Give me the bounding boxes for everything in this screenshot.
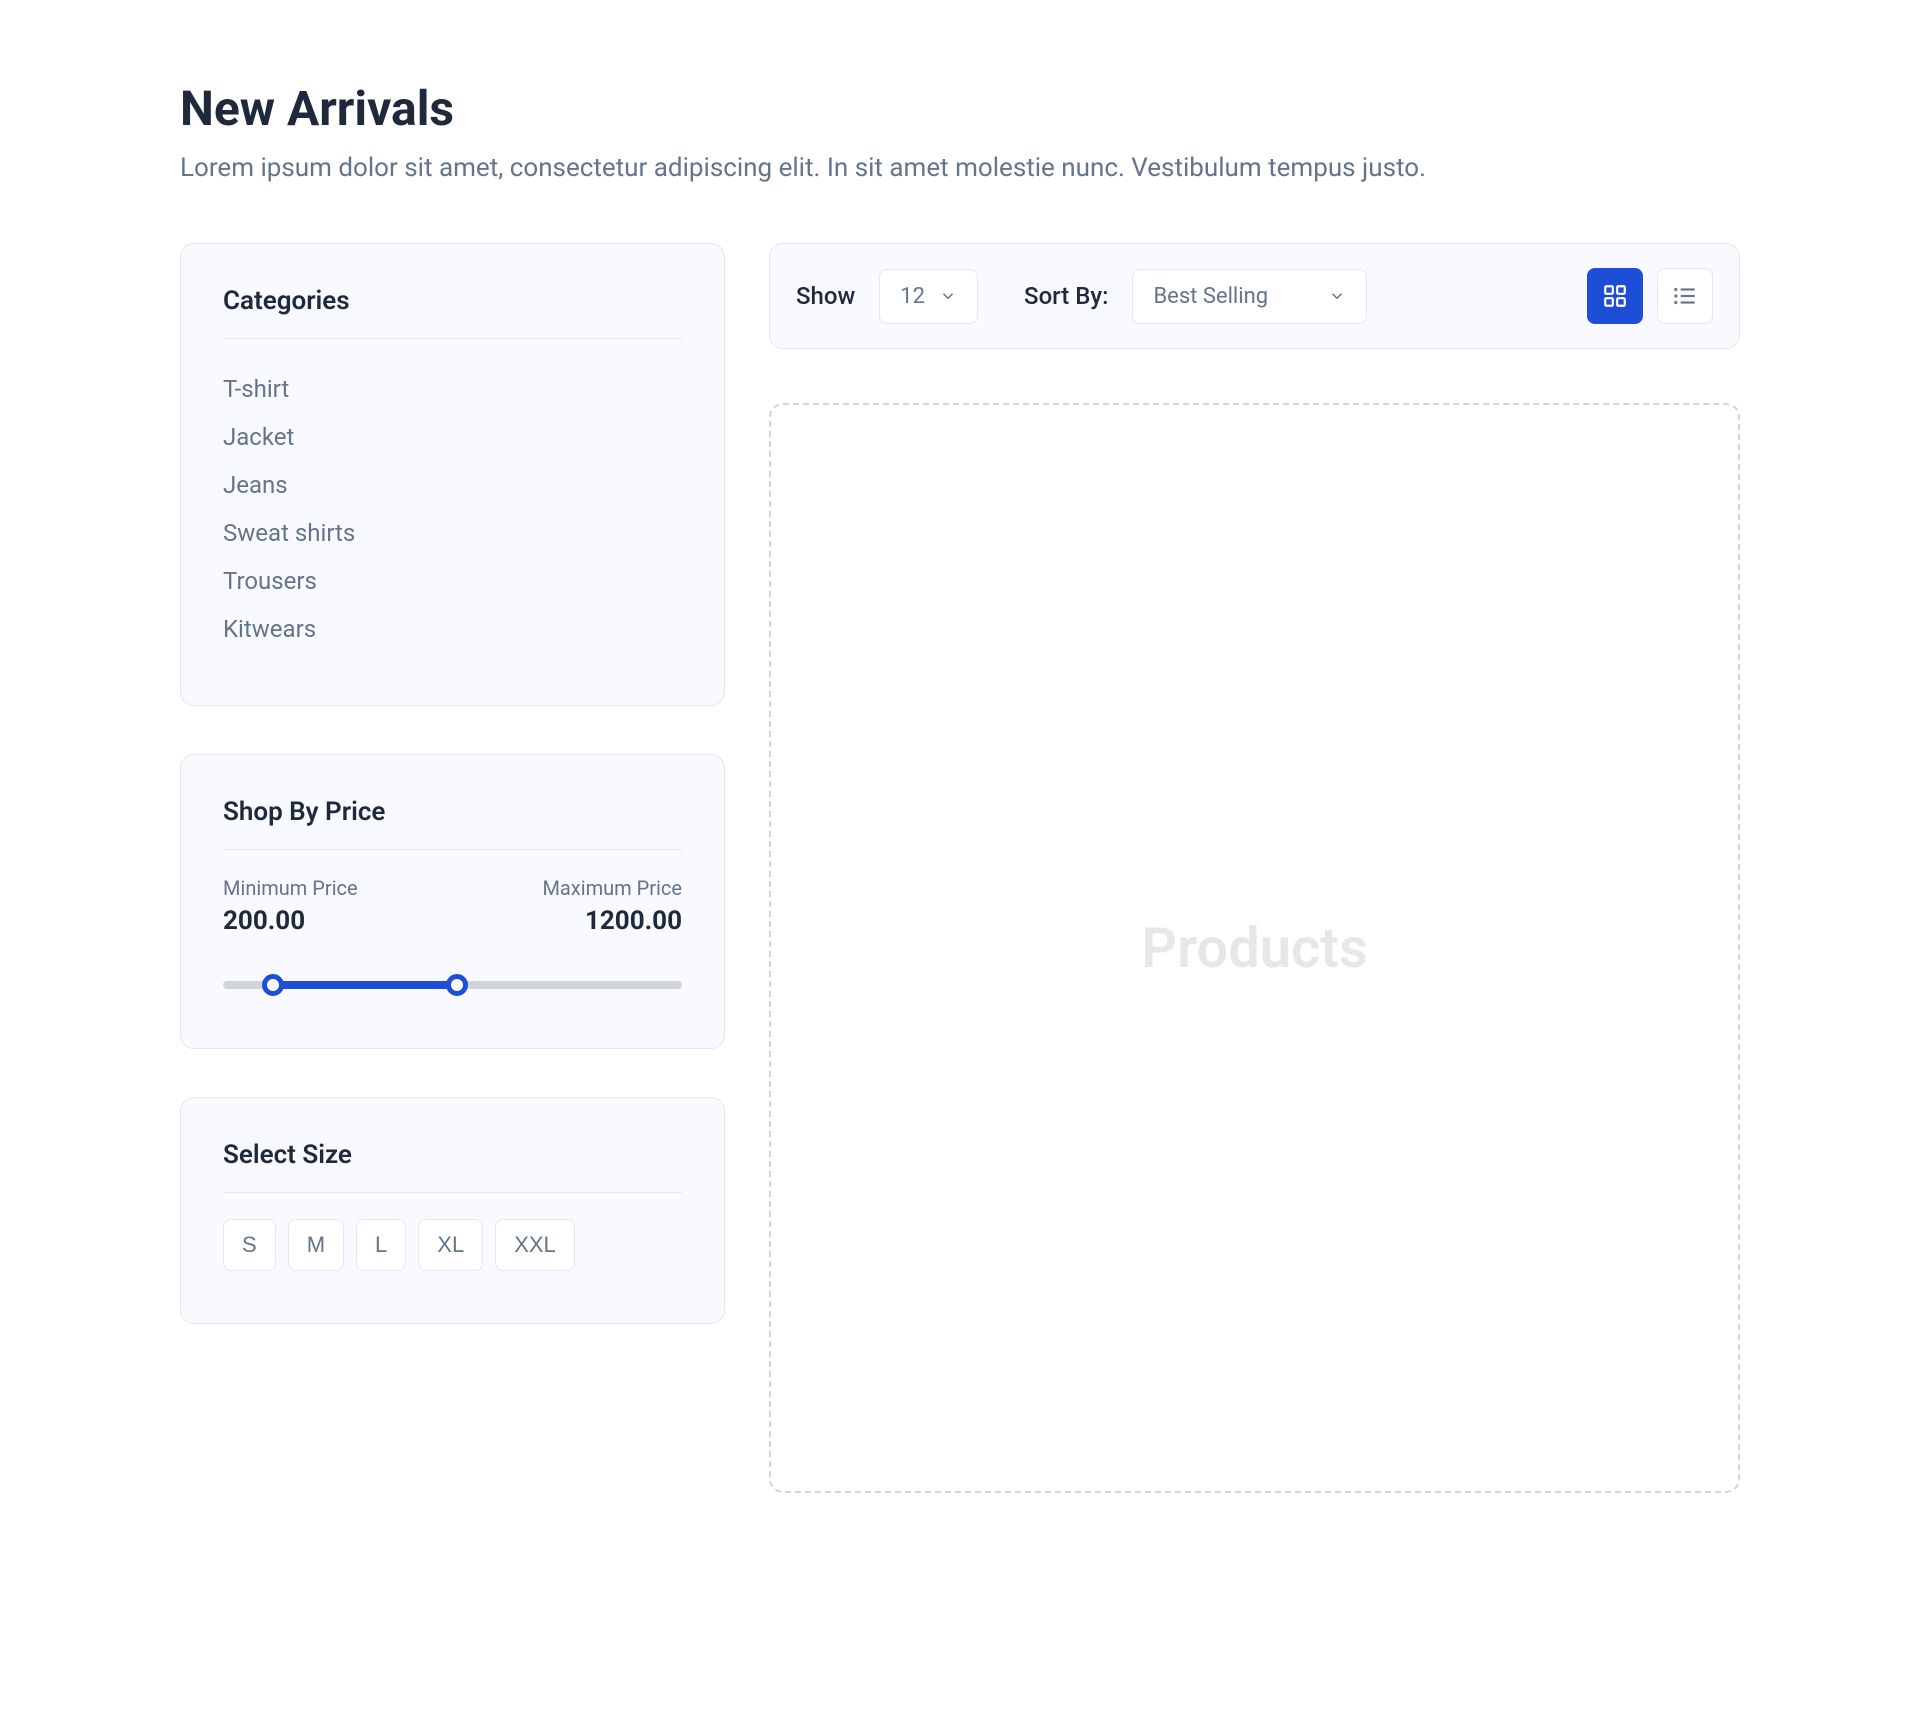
price-panel: Shop By Price Minimum Price 200.00 Maxim…: [180, 754, 725, 1049]
sort-label: Sort By:: [1024, 282, 1108, 310]
toolbar: Show 12 Sort By: Best Selling: [769, 243, 1740, 349]
category-item-sweatshirts[interactable]: Sweat shirts: [223, 509, 682, 557]
size-option-s[interactable]: S: [223, 1219, 276, 1271]
page-subtitle: Lorem ipsum dolor sit amet, consectetur …: [180, 153, 1740, 183]
size-option-m[interactable]: M: [288, 1219, 344, 1271]
page-title: New Arrivals: [180, 80, 1740, 137]
size-option-xl[interactable]: XL: [418, 1219, 483, 1271]
category-item-trousers[interactable]: Trousers: [223, 557, 682, 605]
size-title: Select Size: [223, 1140, 682, 1193]
price-title: Shop By Price: [223, 797, 682, 850]
slider-handle-max[interactable]: [446, 974, 468, 996]
size-panel: Select Size S M L XL XXL: [180, 1097, 725, 1324]
show-value: 12: [900, 284, 925, 309]
sort-value: Best Selling: [1153, 284, 1268, 309]
price-slider[interactable]: [223, 974, 682, 996]
slider-handle-min[interactable]: [262, 974, 284, 996]
category-item-jeans[interactable]: Jeans: [223, 461, 682, 509]
max-price-label: Maximum Price: [542, 876, 682, 900]
show-label: Show: [796, 282, 855, 310]
categories-panel: Categories T-shirt Jacket Jeans Sweat sh…: [180, 243, 725, 706]
products-area: Products: [769, 403, 1740, 1493]
max-price-value: 1200.00: [585, 906, 682, 936]
chevron-down-icon: [939, 287, 957, 305]
sidebar: Categories T-shirt Jacket Jeans Sweat sh…: [180, 243, 725, 1493]
main-content: Show 12 Sort By: Best Selling: [769, 243, 1740, 1493]
grid-icon: [1602, 283, 1628, 309]
category-list: T-shirt Jacket Jeans Sweat shirts Trouse…: [223, 365, 682, 653]
chevron-down-icon: [1328, 287, 1346, 305]
size-option-l[interactable]: L: [356, 1219, 406, 1271]
list-icon: [1672, 283, 1698, 309]
sort-select[interactable]: Best Selling: [1132, 269, 1367, 324]
category-item-kitwears[interactable]: Kitwears: [223, 605, 682, 653]
categories-title: Categories: [223, 286, 682, 339]
min-price-value: 200.00: [223, 906, 358, 936]
category-item-jacket[interactable]: Jacket: [223, 413, 682, 461]
list-view-button[interactable]: [1657, 268, 1713, 324]
category-item-tshirt[interactable]: T-shirt: [223, 365, 682, 413]
slider-range: [273, 981, 457, 989]
products-placeholder: Products: [1141, 915, 1368, 981]
grid-view-button[interactable]: [1587, 268, 1643, 324]
show-select[interactable]: 12: [879, 269, 978, 324]
min-price-label: Minimum Price: [223, 876, 358, 900]
size-option-xxl[interactable]: XXL: [495, 1219, 575, 1271]
